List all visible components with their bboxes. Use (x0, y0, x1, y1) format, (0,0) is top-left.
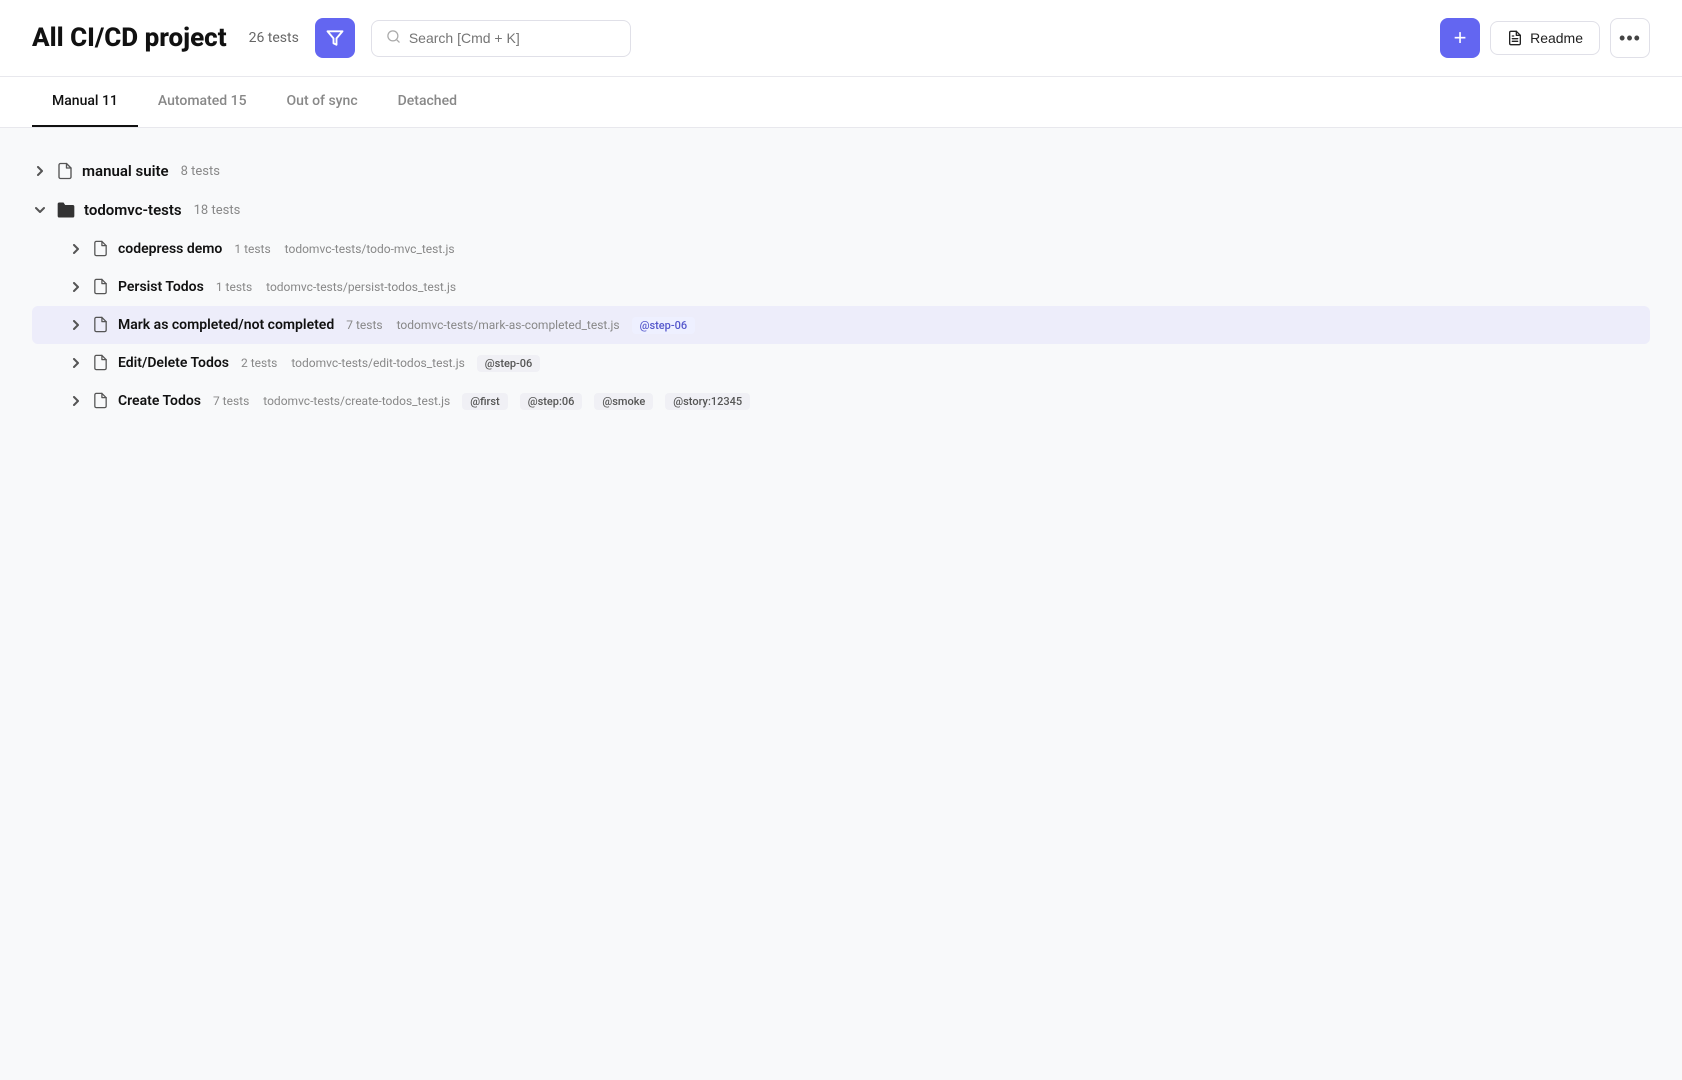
test-name-codepress: codepress demo (118, 241, 222, 257)
tab-detached-label: Detached (398, 93, 457, 109)
filter-icon (326, 29, 344, 47)
test-row-persist[interactable]: Persist Todos 1 tests todomvc-tests/pers… (32, 268, 1650, 306)
test-name-edit: Edit/Delete Todos (118, 355, 229, 371)
tabs: Manual 11 Automated 15 Out of sync Detac… (0, 77, 1682, 128)
chevron-right-icon (32, 163, 48, 179)
tests-count: 26 tests (249, 30, 299, 46)
header: All CI/CD project 26 tests + Readme ••• (0, 0, 1682, 77)
search-box (371, 20, 631, 57)
test-row-codepress[interactable]: codepress demo 1 tests todomvc-tests/tod… (32, 230, 1650, 268)
header-actions: + Readme ••• (1440, 18, 1650, 58)
filter-button[interactable] (315, 18, 355, 58)
test-count-edit: 2 tests (241, 356, 277, 370)
search-icon (386, 29, 401, 48)
test-count-persist: 1 tests (216, 280, 252, 294)
test-name-persist: Persist Todos (118, 279, 204, 295)
tag-step06-mark: @step-06 (632, 317, 696, 334)
suite-count-manual: 8 tests (181, 164, 220, 179)
add-button[interactable]: + (1440, 18, 1480, 58)
suite-count-todomvc: 18 tests (194, 203, 241, 218)
search-input[interactable] (409, 30, 616, 46)
file-icon (56, 162, 74, 180)
folder-icon (56, 200, 76, 220)
test-count-mark: 7 tests (346, 318, 382, 332)
file-icon-mark (92, 316, 110, 334)
test-path-codepress: todomvc-tests/todo-mvc_test.js (285, 242, 455, 256)
test-path-create: todomvc-tests/create-todos_test.js (263, 394, 450, 408)
chevron-right-icon-mark (68, 317, 84, 333)
file-icon-create (92, 392, 110, 410)
suite-name-todomvc: todomvc-tests (84, 201, 182, 219)
tag-step06-create: @step:06 (520, 393, 583, 410)
page-title: All CI/CD project (32, 23, 227, 53)
test-path-mark: todomvc-tests/mark-as-completed_test.js (397, 318, 620, 332)
test-path-edit: todomvc-tests/edit-todos_test.js (291, 356, 464, 370)
test-count-codepress: 1 tests (234, 242, 270, 256)
file-icon-persist (92, 278, 110, 296)
test-count-create: 7 tests (213, 394, 249, 408)
tab-automated[interactable]: Automated 15 (138, 77, 267, 127)
suite-row-manual[interactable]: manual suite 8 tests (32, 152, 1650, 190)
main-content: manual suite 8 tests todomvc-tests 18 te… (0, 128, 1682, 444)
more-dots: ••• (1619, 28, 1641, 49)
tag-step06-edit: @step-06 (477, 355, 541, 372)
tab-manual-label: Manual (52, 93, 98, 109)
tab-detached[interactable]: Detached (378, 77, 477, 127)
chevron-right-icon-persist (68, 279, 84, 295)
tab-out-of-sync-label: Out of sync (287, 93, 358, 109)
chevron-right-icon-edit (68, 355, 84, 371)
tag-story: @story:12345 (665, 393, 750, 410)
test-row-mark-completed[interactable]: Mark as completed/not completed 7 tests … (32, 306, 1650, 344)
suite-row-todomvc[interactable]: todomvc-tests 18 tests (32, 190, 1650, 230)
chevron-down-icon (32, 202, 48, 218)
tab-out-of-sync[interactable]: Out of sync (267, 77, 378, 127)
test-row-create[interactable]: Create Todos 7 tests todomvc-tests/creat… (32, 382, 1650, 420)
readme-button[interactable]: Readme (1490, 21, 1600, 55)
chevron-right-icon-create (68, 393, 84, 409)
tab-automated-count: 15 (231, 93, 247, 109)
file-icon-edit (92, 354, 110, 372)
tab-automated-label: Automated (158, 93, 227, 109)
test-name-mark: Mark as completed/not completed (118, 317, 334, 333)
tag-first: @first (462, 393, 508, 410)
tag-smoke: @smoke (594, 393, 653, 410)
test-row-edit[interactable]: Edit/Delete Todos 2 tests todomvc-tests/… (32, 344, 1650, 382)
suite-name-manual: manual suite (82, 162, 169, 180)
tab-manual[interactable]: Manual 11 (32, 77, 138, 127)
chevron-right-icon-codepress (68, 241, 84, 257)
readme-label: Readme (1530, 30, 1583, 46)
tab-manual-count: 11 (102, 93, 118, 109)
test-name-create: Create Todos (118, 393, 201, 409)
readme-icon (1507, 30, 1523, 46)
file-icon-codepress (92, 240, 110, 258)
more-button[interactable]: ••• (1610, 18, 1650, 58)
test-path-persist: todomvc-tests/persist-todos_test.js (266, 280, 456, 294)
